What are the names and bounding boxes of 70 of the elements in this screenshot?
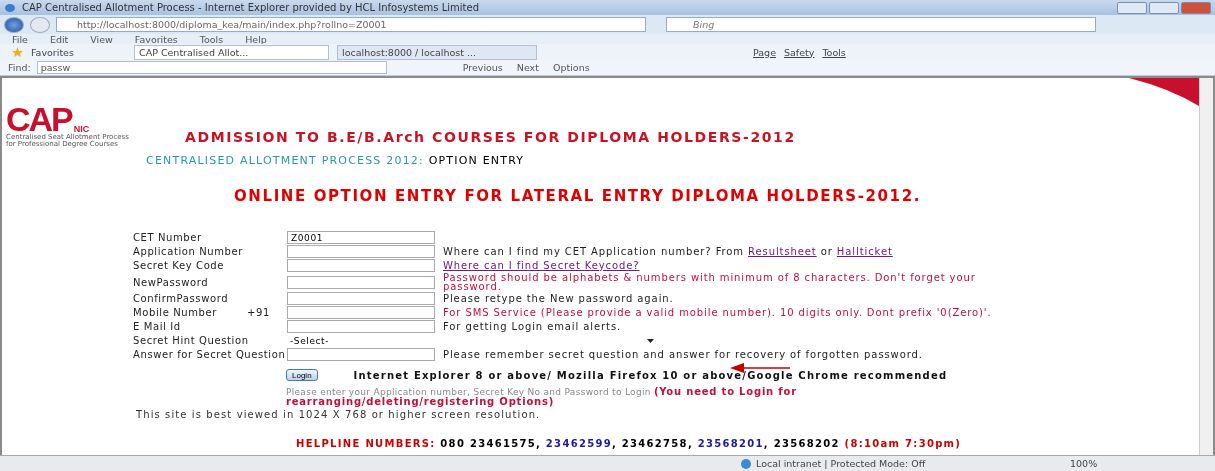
field-label: Secret Key Code bbox=[133, 261, 226, 270]
input-field[interactable]: Z0001 bbox=[287, 231, 435, 244]
field-label: Answer for Secret Question bbox=[133, 350, 287, 359]
hint-link[interactable]: Hallticket bbox=[836, 246, 893, 257]
input-field[interactable] bbox=[287, 306, 435, 319]
login-note: Please enter your Application number, Secret Key No and Password to Login (You need to Login for rearranging/deleting/registering Options) bbox=[286, 387, 798, 407]
menu-item[interactable]: File bbox=[12, 33, 28, 45]
search-field[interactable]: Bing bbox=[666, 17, 1096, 32]
menu-item[interactable]: Help bbox=[245, 33, 267, 45]
page-heading: ADMISSION TO B.E/B.Arch COURSES FOR DIPLOMA HOLDERS-2012 bbox=[185, 129, 796, 145]
input-field[interactable] bbox=[287, 259, 435, 272]
maximize-button[interactable] bbox=[1149, 1, 1179, 14]
input-field[interactable] bbox=[287, 320, 435, 333]
browser-note: Internet Explorer 8 or above/ Mozilla Firefox 10 or above/Google Chrome recommended bbox=[353, 369, 948, 381]
corner-decoration bbox=[1129, 78, 1199, 106]
find-button[interactable]: Previous bbox=[458, 62, 507, 73]
command-menu[interactable]: Tools bbox=[822, 46, 846, 58]
address-field[interactable]: http://localhost:8000/diploma_kea/main/index.php?rollno=Z0001 bbox=[56, 17, 646, 32]
country-code: +91 bbox=[246, 307, 271, 318]
caret-icon bbox=[647, 338, 654, 343]
browser-tab[interactable]: localhost:8000 / localhost ... bbox=[337, 44, 537, 60]
page-title: ONLINE OPTION ENTRY FOR LATERAL ENTRY DIPLOMA HOLDERS-2012. bbox=[234, 187, 922, 205]
menu-item[interactable]: Favorites bbox=[134, 33, 178, 45]
menu-item[interactable]: View bbox=[90, 33, 113, 45]
hint-link[interactable]: Resultsheet bbox=[748, 246, 817, 257]
hint-link[interactable]: Where can I find Secret Keycode? bbox=[443, 260, 640, 271]
input-field[interactable] bbox=[287, 292, 435, 305]
globe-icon bbox=[740, 457, 752, 470]
window-title: CAP Centralised Allotment Process - Internet Explorer provided by HCL Infosystems Limited bbox=[22, 2, 479, 13]
input-field[interactable] bbox=[287, 245, 435, 258]
minimize-button[interactable] bbox=[1117, 1, 1147, 14]
zoom-level[interactable]: 100% bbox=[1070, 458, 1098, 469]
arrow-icon bbox=[730, 363, 790, 373]
question-select[interactable]: -Select- bbox=[287, 334, 657, 347]
menu-item[interactable]: Edit bbox=[49, 33, 69, 45]
forward-button[interactable] bbox=[30, 16, 50, 33]
field-label: CET Number bbox=[133, 233, 203, 242]
field-label: Application Number bbox=[133, 247, 245, 256]
field-label: E Mail Id bbox=[133, 322, 182, 331]
field-hint: For SMS Service (Please provide a valid mobile number). 10 digits only. Dont prefix '0(Zero)'. bbox=[442, 308, 993, 317]
find-button[interactable]: Next bbox=[512, 62, 543, 73]
input-field[interactable] bbox=[287, 348, 435, 361]
close-button[interactable] bbox=[1181, 1, 1211, 14]
field-hint: For getting Login email alerts. bbox=[442, 322, 623, 331]
star-icon bbox=[12, 47, 23, 57]
menu-item[interactable]: Tools bbox=[199, 33, 224, 45]
zone-status: Local intranet | Protected Mode: Off bbox=[756, 458, 926, 469]
command-menu[interactable]: Safety bbox=[784, 46, 815, 58]
resolution-note: This site is best viewed in 1024 X 768 or higher screen resolution. bbox=[136, 409, 542, 420]
scrollbar[interactable] bbox=[1199, 78, 1213, 455]
field-label: Secret Hint Question bbox=[133, 336, 250, 345]
back-button[interactable] bbox=[4, 16, 24, 33]
field-label: Mobile Number bbox=[133, 308, 218, 317]
find-button[interactable]: Options bbox=[548, 62, 594, 73]
browser-logo-icon bbox=[4, 2, 16, 13]
browser-tab[interactable]: CAP Centralised Allot... bbox=[134, 44, 329, 60]
field-hint: Please remember secret question and answer for recovery of forgotten password. bbox=[442, 350, 924, 359]
field-hint: Password should be alphabets & numbers with minimum of 8 characters. Don't forget your password. bbox=[442, 273, 977, 291]
field-label: ConfirmPassword bbox=[133, 294, 230, 303]
find-label: Find: bbox=[8, 62, 31, 73]
command-menu[interactable]: Page bbox=[753, 46, 776, 58]
field-hint: Please retype the New password again. bbox=[442, 294, 675, 303]
login-button[interactable]: Login bbox=[286, 369, 318, 381]
find-field[interactable]: passw bbox=[36, 61, 387, 74]
subheading: CENTRALISED ALLOTMENT PROCESS 2012: OPTION ENTRY bbox=[146, 154, 526, 167]
field-label: NewPassword bbox=[133, 277, 210, 287]
input-field[interactable] bbox=[287, 275, 435, 289]
field-hint: Where can I find my CET Application number? From Resultsheet or Hallticket bbox=[442, 247, 894, 256]
helpline-text: HELPLINE NUMBERS: 080 23461575, 23462599, 23462758, 23568201, 23568202 (8:10am 7:30pm) bbox=[296, 438, 963, 449]
favorites-button[interactable]: Favorites bbox=[31, 46, 126, 58]
